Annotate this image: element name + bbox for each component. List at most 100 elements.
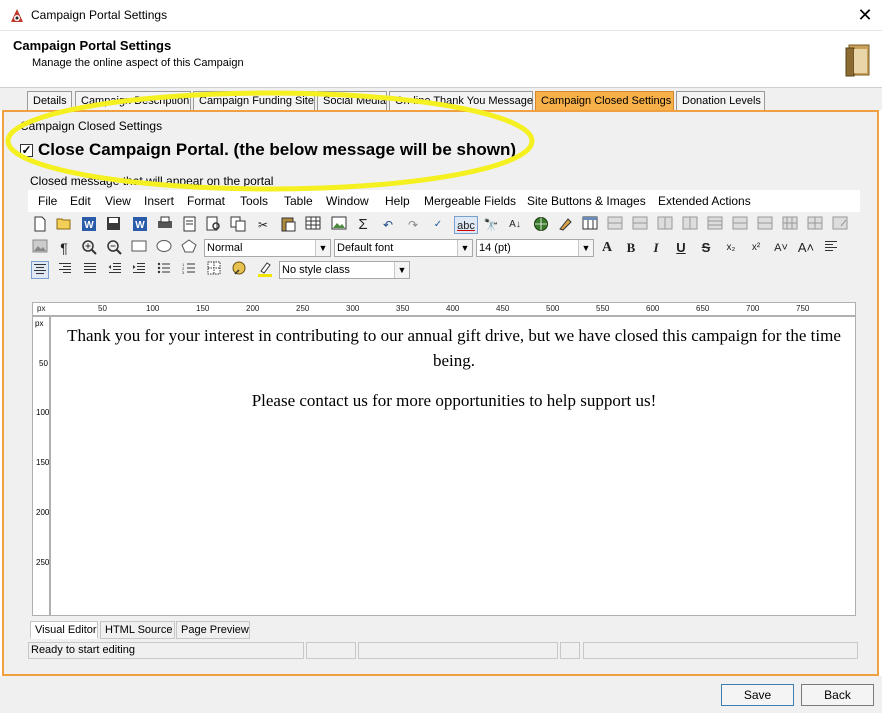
back-button[interactable]: Back	[801, 684, 874, 706]
find-replace-icon[interactable]: A↓	[506, 216, 524, 234]
close-portal-checkbox[interactable]: ✓ Close Campaign Portal. (the below messa…	[20, 140, 516, 160]
copy-icon[interactable]	[229, 216, 247, 234]
clear-format-icon[interactable]	[556, 216, 574, 234]
toolbar-row-1: W W ✂ Σ ↶ ↷ ✓ abc 🔭 A↓	[28, 214, 860, 236]
polygon-icon[interactable]	[180, 239, 198, 257]
bullet-list-icon[interactable]	[155, 261, 173, 279]
save-icon[interactable]	[104, 216, 122, 234]
borders-icon[interactable]	[205, 261, 223, 279]
new-document-icon[interactable]	[31, 216, 49, 234]
menu-mergeable-fields[interactable]: Mergeable Fields	[424, 194, 516, 208]
font-size-select[interactable]: 14 (pt) ▼	[476, 239, 594, 257]
align-left-icon[interactable]	[822, 239, 840, 257]
tab-donation-levels[interactable]: Donation Levels	[676, 91, 765, 111]
tab-details[interactable]: Details	[27, 91, 72, 111]
link-globe-icon[interactable]	[230, 261, 248, 279]
print-icon[interactable]	[156, 216, 174, 234]
outdent-icon[interactable]	[106, 261, 124, 279]
image-properties-icon[interactable]	[31, 239, 49, 257]
split-cells-icon[interactable]	[781, 216, 799, 234]
message-paragraph-1[interactable]: Thank you for your interest in contribut…	[59, 323, 849, 373]
underline-icon[interactable]: U	[672, 239, 690, 257]
rectangle-icon[interactable]	[130, 239, 148, 257]
oval-icon[interactable]	[155, 239, 173, 257]
save-button[interactable]: Save	[721, 684, 794, 706]
paste-icon[interactable]	[279, 216, 297, 234]
word-export-icon[interactable]: W	[131, 216, 149, 234]
decrease-font-icon[interactable]: A˅	[772, 239, 790, 257]
tab-social-media[interactable]: Social Media	[317, 91, 387, 111]
delete-column-icon[interactable]	[731, 216, 749, 234]
paragraph-marks-icon[interactable]: ¶	[55, 239, 73, 257]
zoom-out-icon[interactable]	[105, 239, 123, 257]
zoom-in-icon[interactable]	[80, 239, 98, 257]
page-icon[interactable]	[180, 216, 198, 234]
menu-extended-actions[interactable]: Extended Actions	[658, 194, 751, 208]
tab-online-thank-you[interactable]: On-line Thank You Message	[389, 91, 533, 111]
ruler-tick: 100	[36, 408, 50, 417]
insert-image-icon[interactable]	[330, 216, 348, 234]
insert-row-below-icon[interactable]	[631, 216, 649, 234]
menu-view[interactable]: View	[105, 194, 131, 208]
print-preview-icon[interactable]	[205, 216, 223, 234]
menu-help[interactable]: Help	[385, 194, 410, 208]
menu-format[interactable]: Format	[187, 194, 225, 208]
insert-column-left-icon[interactable]	[656, 216, 674, 234]
message-label: Closed message that will appear on the p…	[30, 174, 274, 188]
increase-font-icon[interactable]: A˄	[797, 239, 815, 257]
menu-tools[interactable]: Tools	[240, 194, 268, 208]
superscript-icon[interactable]: x²	[747, 239, 765, 257]
table-grid-icon[interactable]	[581, 216, 599, 234]
tab-page-preview[interactable]: Page Preview	[176, 621, 250, 639]
word-import-icon[interactable]: W	[80, 216, 98, 234]
style-class-select[interactable]: No style class ▼	[279, 261, 410, 279]
delete-row-icon[interactable]	[706, 216, 724, 234]
symbol-icon[interactable]: Σ	[354, 216, 372, 234]
globe-icon[interactable]	[532, 216, 550, 234]
open-folder-icon[interactable]	[55, 216, 73, 234]
tab-visual-editor[interactable]: Visual Editor	[30, 621, 98, 639]
undo-icon[interactable]: ↶	[379, 216, 397, 234]
style-class-value: No style class	[282, 264, 350, 276]
redo-icon[interactable]: ↷	[404, 216, 422, 234]
justify-icon[interactable]	[81, 261, 99, 279]
cell-properties-icon[interactable]	[806, 216, 824, 234]
menu-site-buttons-images[interactable]: Site Buttons & Images	[527, 194, 646, 208]
spellcheck-icon[interactable]: ✓	[429, 216, 447, 234]
menu-file[interactable]: File	[38, 194, 57, 208]
font-color-icon[interactable]: A	[598, 239, 616, 257]
font-select[interactable]: Default font ▼	[334, 239, 473, 257]
find-icon[interactable]: 🔭	[482, 216, 500, 234]
cut-icon[interactable]: ✂	[254, 216, 272, 234]
message-paragraph-2[interactable]: Please contact us for more opportunities…	[59, 388, 849, 413]
align-center-icon[interactable]	[31, 261, 49, 279]
checkbox-check-icon[interactable]: ✓	[20, 144, 33, 157]
indent-icon[interactable]	[130, 261, 148, 279]
tab-campaign-closed-settings[interactable]: Campaign Closed Settings	[535, 91, 674, 111]
insert-column-right-icon[interactable]	[681, 216, 699, 234]
menu-insert[interactable]: Insert	[144, 194, 174, 208]
spell-as-you-type-icon[interactable]: abc	[454, 216, 478, 234]
bold-icon[interactable]: B	[622, 239, 640, 257]
menu-table[interactable]: Table	[284, 194, 313, 208]
menu-edit[interactable]: Edit	[70, 194, 91, 208]
strikethrough-icon[interactable]: S	[697, 239, 715, 257]
menu-window[interactable]: Window	[326, 194, 369, 208]
merge-cells-icon[interactable]	[756, 216, 774, 234]
insert-row-above-icon[interactable]	[606, 216, 624, 234]
italic-icon[interactable]: I	[647, 239, 665, 257]
highlight-icon[interactable]	[256, 261, 274, 279]
numbered-list-icon[interactable]: 123	[180, 261, 198, 279]
align-right-icon[interactable]	[56, 261, 74, 279]
ruler-tick: 250	[296, 304, 310, 313]
tab-campaign-description[interactable]: Campaign Description	[75, 91, 191, 111]
font-size-value: 14 (pt)	[479, 242, 511, 254]
table-properties-icon[interactable]	[831, 216, 849, 234]
paragraph-style-select[interactable]: Normal ▼	[204, 239, 331, 257]
editor-document[interactable]: Thank you for your interest in contribut…	[50, 316, 856, 616]
table-icon[interactable]	[304, 216, 322, 234]
close-icon[interactable]: ✕	[852, 3, 878, 27]
subscript-icon[interactable]: x₂	[722, 239, 740, 257]
tab-html-source[interactable]: HTML Source	[100, 621, 175, 639]
tab-campaign-funding-site[interactable]: Campaign Funding Site	[193, 91, 315, 111]
